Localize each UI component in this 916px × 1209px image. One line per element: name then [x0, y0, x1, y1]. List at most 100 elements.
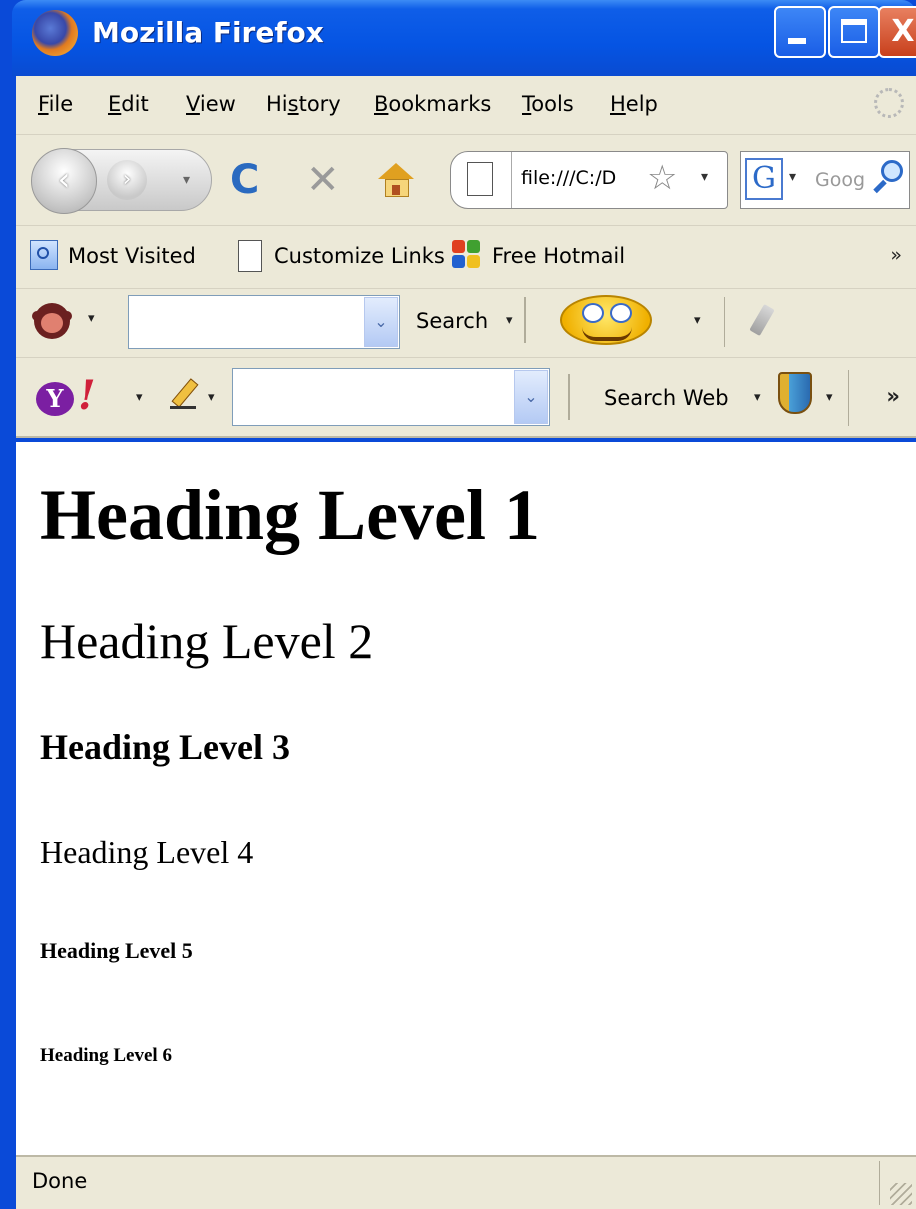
- search-input[interactable]: Goog: [815, 169, 873, 191]
- menu-file[interactable]: File: [38, 92, 73, 116]
- search-dropdown-icon[interactable]: ▾: [506, 313, 513, 328]
- google-engine-icon[interactable]: G: [745, 158, 783, 200]
- home-icon-door: [392, 185, 400, 195]
- yahoo-combo-dropdown-icon[interactable]: ⌄: [514, 370, 548, 424]
- maximize-button[interactable]: [828, 6, 880, 58]
- highlighter-icon[interactable]: [750, 303, 776, 337]
- yahoo-dropdown-icon[interactable]: ▾: [136, 390, 143, 405]
- search-engine-dropdown-icon[interactable]: ▾: [789, 169, 796, 185]
- yahoo-overflow-chevron-icon[interactable]: »: [886, 384, 900, 408]
- bookmark-most-visited[interactable]: Most Visited: [68, 244, 196, 268]
- search-icon[interactable]: [873, 156, 907, 202]
- search-icon-handle: [873, 179, 887, 194]
- bookmarks-overflow-chevron-icon[interactable]: »: [890, 244, 902, 266]
- yahoo-logo-bang: !: [78, 372, 96, 419]
- resize-grip-icon[interactable]: [890, 1183, 912, 1205]
- windows-live-icon: [452, 240, 482, 270]
- url-input[interactable]: file:///C:/D: [521, 167, 641, 189]
- addon-toolbar: ▾ ⌄ Search ▾ ▾: [16, 289, 916, 358]
- page-content: Heading Level 1 Heading Level 2 Heading …: [16, 442, 916, 1155]
- toolbar-grip[interactable]: [518, 297, 532, 343]
- menu-bar: File Edit View History Bookmarks Tools H…: [16, 76, 916, 135]
- page-icon-sheet: [467, 162, 493, 196]
- pencil-icon[interactable]: [170, 378, 200, 412]
- page-icon: [467, 162, 497, 198]
- yahoo-search-combo[interactable]: ⌄: [232, 368, 550, 426]
- toolbar-separator: [724, 297, 725, 347]
- back-button[interactable]: ‹: [31, 148, 97, 214]
- firefox-window: Mozilla Firefox X File Edit View History…: [0, 0, 916, 1209]
- status-bar: Done: [16, 1155, 916, 1209]
- throbber-icon: [874, 88, 904, 118]
- firefox-logo-icon: [32, 10, 78, 56]
- yahoo-logo-y: Y: [36, 382, 74, 416]
- menu-history[interactable]: History: [266, 92, 341, 116]
- menu-view[interactable]: View: [186, 92, 236, 116]
- most-visited-icon: [30, 240, 58, 270]
- menu-bookmarks[interactable]: Bookmarks: [374, 92, 491, 116]
- search-web-button[interactable]: Search Web: [604, 386, 729, 410]
- menu-edit[interactable]: Edit: [108, 92, 149, 116]
- heading-level-3: Heading Level 3: [40, 727, 290, 767]
- window-title: Mozilla Firefox: [92, 16, 324, 49]
- back-forward-group: ‹ › ▾: [31, 148, 212, 214]
- windows-live-icon-blue: [452, 255, 465, 268]
- monkey-dropdown-icon[interactable]: ▾: [88, 311, 95, 326]
- monkey-icon-face: [41, 313, 63, 333]
- heading-level-6: Heading Level 6: [40, 1045, 172, 1066]
- heading-level-2: Heading Level 2: [40, 613, 374, 669]
- title-bar[interactable]: Mozilla Firefox X: [12, 0, 916, 76]
- menu-help[interactable]: Help: [610, 92, 658, 116]
- yahoo-logo-icon[interactable]: Y !: [36, 372, 118, 420]
- home-icon: [378, 163, 414, 179]
- status-divider: [879, 1161, 880, 1205]
- search-bar[interactable]: G ▾ Goog: [740, 151, 910, 209]
- bookmark-customize-links[interactable]: Customize Links: [274, 244, 445, 268]
- status-text: Done: [32, 1169, 88, 1193]
- smiley-icon-eye-left: [582, 303, 604, 323]
- search-icon-lens: [881, 160, 903, 182]
- customize-links-icon: [238, 240, 262, 272]
- stop-button[interactable]: ✕: [306, 153, 340, 207]
- windows-live-icon-green: [467, 240, 480, 253]
- smiley-dropdown-icon[interactable]: ▾: [694, 313, 701, 328]
- windows-live-icon-yellow: [467, 255, 480, 268]
- url-bar[interactable]: file:///C:/D ☆ ▾: [450, 151, 728, 209]
- heading-level-5: Heading Level 5: [40, 938, 193, 963]
- bookmarks-toolbar: Most Visited Customize Links Free Hotmai…: [16, 226, 916, 289]
- most-visited-icon-lens: [37, 247, 49, 259]
- minimize-button[interactable]: [774, 6, 826, 58]
- yahoo-toolbar: Y ! ▾ ▾ ⌄ Search Web ▾ ▾ »: [16, 358, 916, 438]
- maximize-icon: [841, 19, 867, 43]
- monkey-icon[interactable]: [32, 303, 72, 339]
- shield-dropdown-icon[interactable]: ▾: [826, 390, 833, 405]
- smiley-icon-eye-right: [610, 303, 632, 323]
- bookmark-star-icon[interactable]: ☆: [647, 158, 677, 198]
- close-icon: X: [891, 14, 915, 49]
- url-dropdown-icon[interactable]: ▾: [701, 169, 708, 185]
- heading-level-1: Heading Level 1: [40, 475, 540, 555]
- history-dropdown-icon[interactable]: ▾: [183, 172, 190, 188]
- monkey-icon-ear-right: [62, 311, 72, 321]
- toolbar-search-combo[interactable]: ⌄: [128, 295, 400, 349]
- minimize-icon: [788, 38, 806, 44]
- bookmark-free-hotmail[interactable]: Free Hotmail: [492, 244, 625, 268]
- shield-icon[interactable]: [778, 372, 812, 414]
- navigation-toolbar: ‹ › ▾ C ✕ file:///C:/D ☆ ▾ G ▾ Goog: [16, 135, 916, 226]
- reload-button[interactable]: C: [230, 153, 259, 207]
- smiley-icon-mouth: [582, 327, 632, 341]
- yahoo-toolbar-grip[interactable]: [562, 374, 576, 420]
- browser-chrome: File Edit View History Bookmarks Tools H…: [16, 76, 916, 438]
- smiley-icon[interactable]: [560, 295, 652, 345]
- yahoo-toolbar-separator: [848, 370, 849, 426]
- close-button[interactable]: X: [878, 6, 916, 58]
- toolbar-search-button[interactable]: Search: [416, 309, 488, 333]
- home-button[interactable]: [376, 153, 416, 207]
- url-divider: [511, 152, 512, 208]
- pencil-dropdown-icon[interactable]: ▾: [208, 390, 215, 405]
- menu-tools[interactable]: Tools: [522, 92, 574, 116]
- windows-live-icon-red: [452, 240, 465, 253]
- search-web-dropdown-icon[interactable]: ▾: [754, 390, 761, 405]
- forward-button[interactable]: ›: [107, 160, 147, 200]
- combo-dropdown-icon[interactable]: ⌄: [364, 297, 398, 347]
